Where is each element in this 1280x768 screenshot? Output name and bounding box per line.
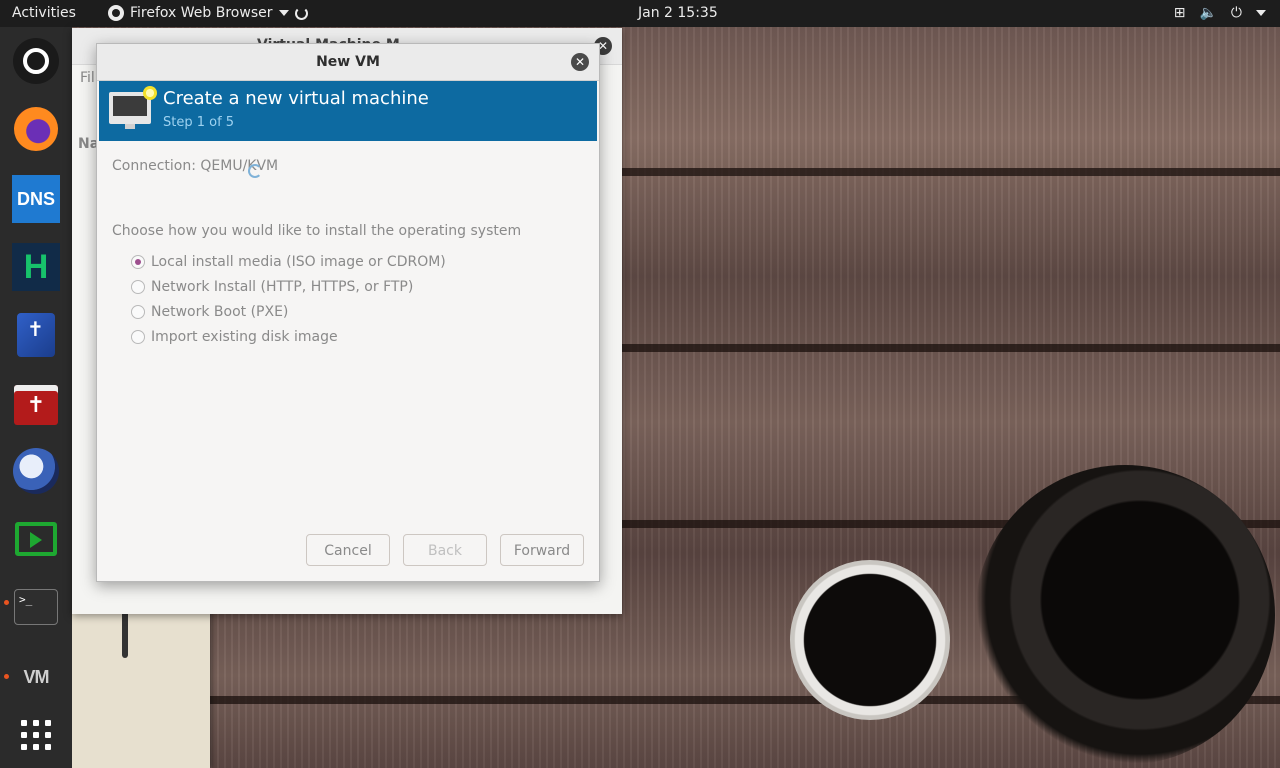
- wizard-banner: Create a new virtual machine Step 1 of 5: [99, 81, 597, 141]
- option-label: Network Boot (PXE): [151, 303, 289, 320]
- option-label: Local install media (ISO image or CDROM): [151, 253, 446, 270]
- terminal-icon: >_: [14, 589, 58, 625]
- option-network-boot[interactable]: Network Boot (PXE): [131, 299, 446, 324]
- radio-selected[interactable]: [131, 254, 145, 269]
- clock[interactable]: Jan 2 15:35: [638, 5, 718, 21]
- radio[interactable]: [131, 279, 145, 294]
- dock: DNS H ✝ >_ VM: [0, 27, 72, 768]
- chevron-down-icon: [278, 10, 289, 16]
- firefox-icon: [108, 5, 124, 21]
- running-indicator: [4, 600, 9, 605]
- firefox-icon: [14, 107, 58, 151]
- chevron-down-icon[interactable]: [1256, 10, 1266, 16]
- dialog-title: New VM: [316, 54, 380, 70]
- system-tray[interactable]: ⊞ 🔈 ⏻: [1174, 5, 1266, 21]
- app-menu[interactable]: Firefox Web Browser: [108, 5, 308, 21]
- option-import-disk-image[interactable]: Import existing disk image: [131, 324, 446, 349]
- globe-app-icon: [13, 448, 59, 494]
- show-apps-icon: [21, 720, 51, 750]
- dock-item-ubuntu[interactable]: [10, 35, 62, 87]
- close-icon[interactable]: ✕: [571, 53, 589, 71]
- notebook-decoration: [70, 610, 210, 768]
- new-vm-monitor-icon: [109, 86, 157, 129]
- radio[interactable]: [131, 304, 145, 319]
- dock-item-h-app[interactable]: H: [10, 241, 62, 293]
- dock-item-green-screen[interactable]: [10, 513, 62, 565]
- busy-cursor-icon: [248, 164, 262, 178]
- dock-item-terminal[interactable]: >_: [10, 581, 62, 633]
- cancel-button[interactable]: Cancel: [306, 534, 390, 566]
- option-label: Import existing disk image: [151, 328, 338, 345]
- dock-item-dns[interactable]: DNS: [10, 173, 62, 225]
- h-app-icon: H: [12, 243, 60, 291]
- dns-icon: DNS: [12, 175, 60, 223]
- running-indicator: [4, 674, 9, 679]
- app-menu-label: Firefox Web Browser: [130, 5, 273, 21]
- dialog-titlebar[interactable]: New VM ✕: [97, 44, 599, 81]
- activities-button[interactable]: Activities: [12, 5, 76, 21]
- dock-item-show-apps[interactable]: [10, 709, 62, 761]
- new-vm-dialog: New VM ✕ Create a new virtual machine St…: [96, 43, 600, 582]
- kettle-decoration: [975, 465, 1275, 765]
- dock-item-firefox[interactable]: [10, 103, 62, 155]
- option-local-install-media[interactable]: Local install media (ISO image or CDROM): [131, 249, 446, 274]
- green-screen-icon: [15, 522, 57, 556]
- ubuntu-icon: [13, 38, 59, 84]
- power-icon[interactable]: ⏻: [1231, 5, 1242, 21]
- option-label: Network Install (HTTP, HTTPS, or FTP): [151, 278, 414, 295]
- volume-icon[interactable]: 🔈: [1199, 5, 1216, 21]
- forward-button[interactable]: Forward: [500, 534, 584, 566]
- install-method-options: Local install media (ISO image or CDROM)…: [131, 249, 446, 349]
- bible-app-icon: [17, 313, 55, 357]
- top-bar: Activities Firefox Web Browser Jan 2 15:…: [0, 0, 1280, 27]
- red-book-icon: ✝: [14, 385, 58, 425]
- coffee-cup-decoration: [790, 560, 950, 720]
- dock-item-virt-manager[interactable]: VM: [10, 651, 62, 703]
- radio[interactable]: [131, 329, 145, 344]
- network-icon[interactable]: ⊞: [1174, 5, 1186, 21]
- option-network-install[interactable]: Network Install (HTTP, HTTPS, or FTP): [131, 274, 446, 299]
- back-button[interactable]: Back: [403, 534, 487, 566]
- menu-file[interactable]: Fil: [80, 70, 95, 86]
- loading-spinner-icon: [294, 6, 308, 20]
- wizard-step: Step 1 of 5: [163, 115, 235, 130]
- dock-item-globe-app[interactable]: [10, 445, 62, 497]
- virt-manager-icon: VM: [23, 666, 50, 687]
- dock-item-bible-app[interactable]: [10, 309, 62, 361]
- wizard-title: Create a new virtual machine: [163, 88, 429, 109]
- dock-item-red-book[interactable]: ✝: [10, 379, 62, 431]
- install-method-prompt: Choose how you would like to install the…: [112, 223, 522, 239]
